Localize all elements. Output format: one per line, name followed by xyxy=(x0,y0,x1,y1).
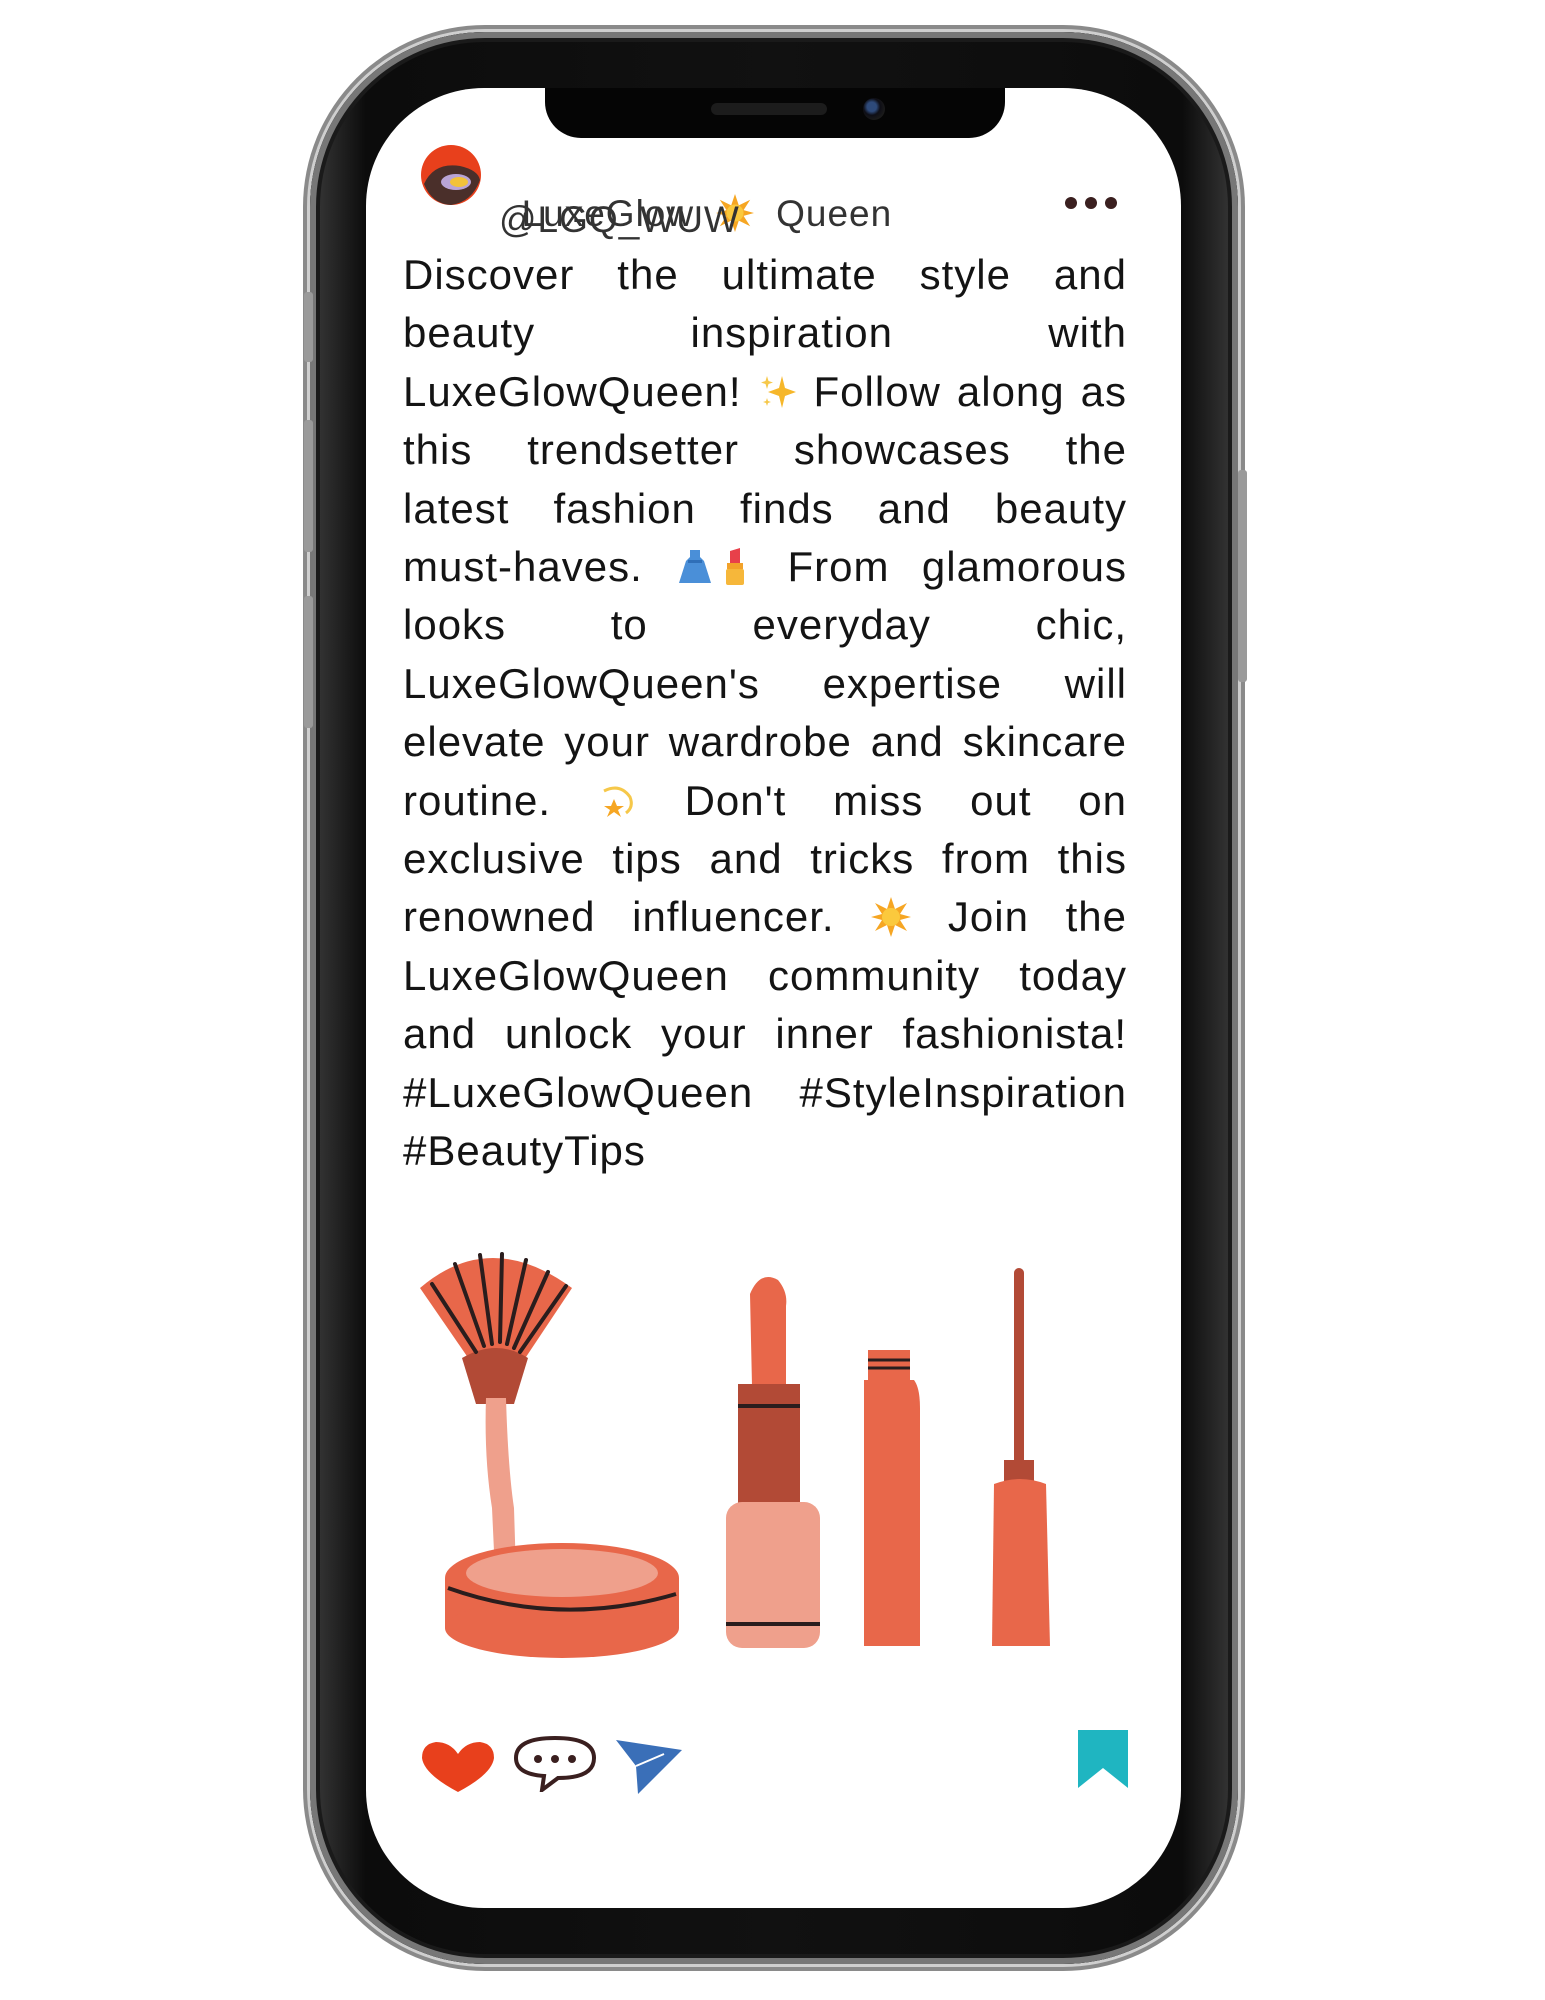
hashtag-beautytips[interactable]: #BeautyTips xyxy=(403,1127,646,1174)
profile-handle[interactable]: @LGQ_WUW xyxy=(499,198,740,242)
avatar-icon[interactable] xyxy=(420,144,482,206)
more-options-icon[interactable] xyxy=(1063,190,1119,216)
send-icon[interactable] xyxy=(614,1738,682,1794)
glowing-star-emoji-icon xyxy=(871,897,912,938)
dress-emoji-icon xyxy=(679,550,712,584)
post-image[interactable] xyxy=(410,1248,1130,1658)
lip-gloss-tube-icon xyxy=(864,1350,920,1646)
sparkles-emoji-icon xyxy=(760,375,796,408)
volume-up-button xyxy=(304,420,313,552)
profile-name-second: Queen xyxy=(776,193,893,234)
heart-icon[interactable] xyxy=(420,1740,496,1792)
earpiece-speaker xyxy=(711,103,827,115)
volume-down-button xyxy=(304,596,313,728)
notch xyxy=(545,88,1005,138)
eyeliner-icon xyxy=(992,1268,1050,1646)
lipstick-emoji-icon xyxy=(726,548,745,586)
front-camera xyxy=(863,98,885,120)
dizzy-star-emoji-icon xyxy=(603,786,633,817)
bookmark-icon[interactable] xyxy=(1076,1730,1130,1788)
hashtag-luxeglowqueen[interactable]: #LuxeGlowQueen xyxy=(403,1069,753,1116)
hashtag-styleinspiration[interactable]: #StyleInspiration xyxy=(799,1069,1127,1116)
power-button xyxy=(1238,470,1247,682)
compact-powder-icon xyxy=(445,1543,679,1658)
lipstick-icon xyxy=(726,1277,820,1648)
comment-bubble-icon[interactable] xyxy=(512,1734,598,1792)
post-caption: Discover the ultimate style and beauty i… xyxy=(403,246,1127,1181)
mute-switch xyxy=(304,292,313,362)
